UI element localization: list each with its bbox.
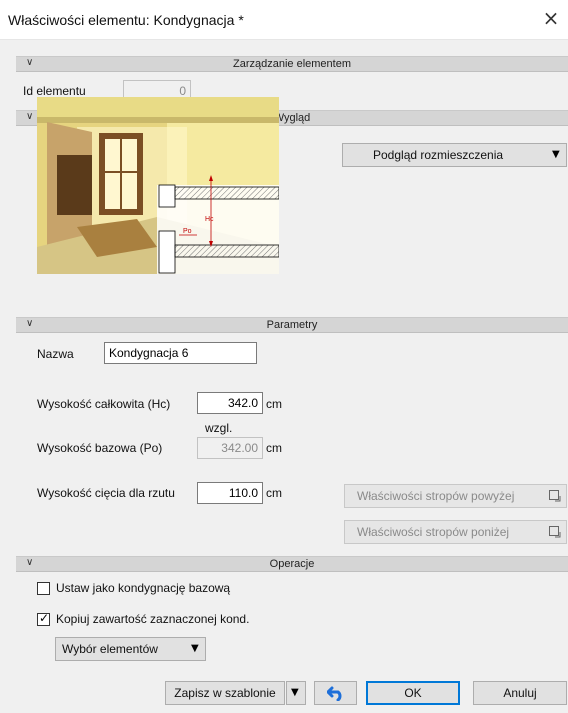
save-template-button[interactable]: Zapisz w szablonie: [165, 681, 285, 705]
relative-label: wzgl.: [205, 421, 233, 435]
section-header-parameters[interactable]: ∨ Parametry: [16, 317, 568, 333]
dropdown-arrow-icon[interactable]: ▼: [552, 149, 560, 160]
base-height-label: Wysokość bazowa (Po): [37, 441, 163, 455]
cancel-label: Anuluj: [503, 686, 537, 700]
copy-content-checkbox[interactable]: ✓: [37, 611, 50, 626]
ok-button[interactable]: OK: [366, 681, 460, 705]
set-base-checkbox[interactable]: [37, 582, 50, 595]
window-title: Właściwości elementu: Kondygnacja *: [8, 12, 244, 28]
cut-height-unit: cm: [266, 486, 282, 500]
total-height-field[interactable]: 342.0: [197, 392, 263, 414]
cancel-button[interactable]: Anuluj: [473, 681, 567, 705]
ceilings-below-button[interactable]: Właściwości stropów poniżej: [344, 520, 567, 544]
name-label: Nazwa: [37, 347, 74, 361]
preview-mode-dropdown[interactable]: Podgląd rozmieszczenia: [342, 143, 567, 167]
dropdown-arrow-icon[interactable]: ▼: [191, 643, 199, 654]
open-external-icon: [549, 490, 561, 502]
dim-hc-label: Hc: [205, 216, 214, 223]
undo-icon: [326, 686, 341, 702]
name-field[interactable]: Kondygnacja 6: [104, 342, 257, 364]
ok-label: OK: [404, 686, 422, 700]
preview-image: Hc Po: [37, 97, 280, 274]
section-header-label: Zarządzanie elementem: [232, 58, 351, 70]
section-header-label: Operacje: [269, 558, 315, 570]
total-height-unit: cm: [266, 397, 282, 411]
base-height-field: 342.00: [197, 437, 263, 459]
ceilings-above-button[interactable]: Właściwości stropów powyżej: [344, 484, 567, 508]
section-header-management[interactable]: ∨ Zarządzanie elementem: [16, 56, 568, 72]
base-height-unit: cm: [266, 441, 282, 455]
copy-content-label: Kopiuj zawartość zaznaczonej kond.: [56, 612, 250, 626]
ceilings-above-label: Właściwości stropów powyżej: [357, 489, 515, 503]
select-elements-label: Wybór elementów: [62, 642, 158, 656]
id-label: Id elementu: [23, 84, 86, 98]
check-icon: ✓: [39, 611, 50, 625]
save-template-dropdown[interactable]: ▼: [286, 681, 306, 705]
preview-mode-label: Podgląd rozmieszczenia: [373, 148, 504, 162]
cut-height-field[interactable]: 110.0: [197, 482, 263, 504]
dim-po-label: Po: [183, 228, 192, 235]
section-header-operations[interactable]: ∨ Operacje: [16, 556, 568, 572]
set-base-label: Ustaw jako kondygnację bazową: [56, 581, 231, 595]
dropdown-arrow-icon: ▼: [291, 687, 299, 698]
select-elements-button[interactable]: Wybór elementów: [55, 637, 206, 661]
open-external-icon: [549, 526, 561, 538]
close-icon[interactable]: ×: [540, 8, 562, 30]
total-height-label: Wysokość całkowita (Hc): [37, 397, 171, 411]
title-bar: Właściwości elementu: Kondygnacja * ×: [0, 0, 568, 40]
cut-height-label: Wysokość cięcia dla rzutu: [37, 486, 175, 500]
undo-button[interactable]: [314, 681, 357, 705]
section-header-label: Parametry: [266, 319, 318, 331]
save-template-label: Zapisz w szablonie: [174, 686, 276, 700]
ceilings-below-label: Właściwości stropów poniżej: [357, 525, 510, 539]
